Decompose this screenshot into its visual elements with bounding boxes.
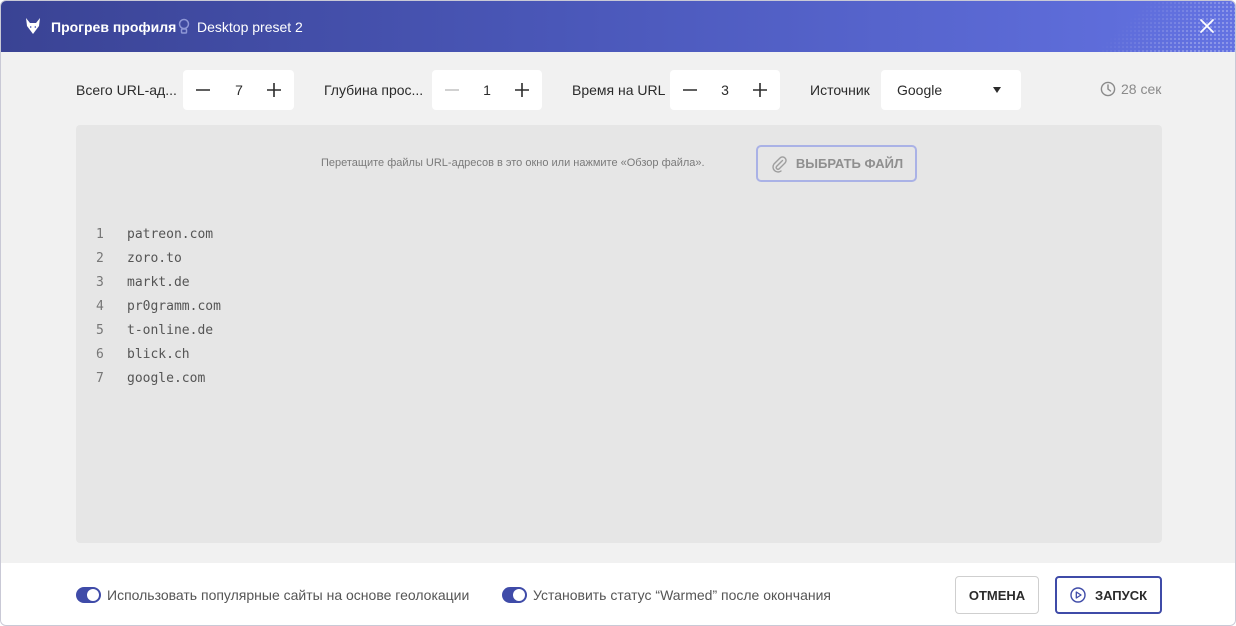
caret-down-icon	[993, 87, 1001, 93]
play-circle-icon	[1070, 587, 1086, 603]
plus-icon	[515, 83, 529, 97]
url-line: 5 t-online.de	[96, 319, 221, 343]
dialog-title: Прогрев профиля	[51, 19, 177, 35]
estimated-time: 28 сек	[1100, 81, 1161, 97]
source-select[interactable]: Google	[881, 70, 1021, 110]
depth-label: Глубина прос...	[324, 82, 424, 98]
depth-decrement-button[interactable]	[432, 70, 472, 110]
wolf-logo-icon	[26, 18, 40, 34]
warmed-status-toggle-label: Установить статус “Warmed” после окончан…	[533, 587, 832, 603]
url-text: patreon.com	[127, 227, 214, 242]
cancel-button[interactable]: ОТМЕНА	[955, 576, 1039, 614]
url-line: 7 google.com	[96, 367, 221, 391]
line-number: 6	[96, 347, 104, 362]
url-line: 3 markt.de	[96, 271, 221, 295]
line-number: 4	[96, 299, 104, 314]
total-urls-decrement-button[interactable]	[183, 70, 223, 110]
estimated-time-value: 28 сек	[1121, 81, 1162, 97]
time-per-url-stepper: 3	[670, 70, 780, 110]
plus-icon	[267, 83, 281, 97]
line-number: 3	[96, 275, 104, 290]
total-urls-increment-button[interactable]	[254, 70, 294, 110]
launch-button[interactable]: ЗАПУСК	[1055, 576, 1162, 614]
depth-stepper: 1	[432, 70, 542, 110]
settings-toolbar: Всего URL-ад... 7 Глубина прос... 1 Врем…	[1, 52, 1235, 125]
url-line: 4 pr0gramm.com	[96, 295, 221, 319]
close-icon[interactable]	[1199, 18, 1215, 34]
paperclip-icon	[772, 155, 787, 173]
bulb-icon	[178, 18, 190, 34]
dialog-footer: Использовать популярные сайты на основе …	[1, 563, 1235, 625]
url-text: t-online.de	[127, 323, 214, 338]
source-label: Источник	[810, 82, 870, 98]
geo-sites-toggle[interactable]	[76, 587, 101, 603]
line-number: 2	[96, 251, 104, 266]
total-urls-stepper: 7	[183, 70, 294, 110]
depth-increment-button[interactable]	[502, 70, 542, 110]
url-line: 2 zoro.to	[96, 247, 221, 271]
url-list[interactable]: 1 patreon.com 2 zoro.to 3 markt.de 4 pr0gram…	[96, 223, 221, 391]
choose-file-label: ВЫБРАТЬ ФАЙЛ	[795, 156, 904, 171]
time-decrement-button[interactable]	[670, 70, 710, 110]
toggle-knob	[513, 589, 525, 601]
total-urls-value[interactable]: 7	[224, 82, 254, 98]
line-number: 7	[96, 371, 104, 386]
time-per-url-value[interactable]: 3	[710, 82, 740, 98]
time-per-url-label: Время на URL	[572, 82, 666, 98]
minus-icon	[196, 89, 210, 91]
clock-icon	[1100, 81, 1116, 97]
url-line: 6 blick.ch	[96, 343, 221, 367]
warmed-status-toggle[interactable]	[502, 587, 527, 603]
choose-file-button[interactable]: ВЫБРАТЬ ФАЙЛ	[756, 145, 917, 182]
url-drop-area[interactable]: Перетащите файлы URL-адресов в это окно …	[76, 125, 1162, 543]
url-text: zoro.to	[127, 251, 182, 266]
url-text: markt.de	[127, 275, 190, 290]
profile-warmup-dialog: Прогрев профиля Desktop preset 2 Всего U…	[0, 0, 1236, 626]
url-line: 1 patreon.com	[96, 223, 221, 247]
dialog-header: Прогрев профиля Desktop preset 2	[1, 1, 1235, 52]
line-number: 1	[96, 227, 104, 242]
url-text: blick.ch	[127, 347, 190, 362]
geo-sites-toggle-label: Использовать популярные сайты на основе …	[107, 587, 470, 603]
line-number: 5	[96, 323, 104, 338]
minus-icon	[683, 89, 697, 91]
launch-label: ЗАПУСК	[1094, 587, 1148, 603]
drop-hint: Перетащите файлы URL-адресов в это окно …	[321, 157, 705, 169]
minus-icon	[445, 89, 459, 91]
depth-value[interactable]: 1	[472, 82, 502, 98]
toggle-knob	[87, 589, 99, 601]
plus-icon	[753, 83, 767, 97]
preset-name: Desktop preset 2	[197, 19, 303, 35]
source-selected-value: Google	[897, 82, 943, 98]
time-increment-button[interactable]	[740, 70, 780, 110]
url-text: pr0gramm.com	[127, 299, 221, 314]
url-text: google.com	[127, 371, 206, 386]
total-urls-label: Всего URL-ад...	[76, 82, 177, 98]
